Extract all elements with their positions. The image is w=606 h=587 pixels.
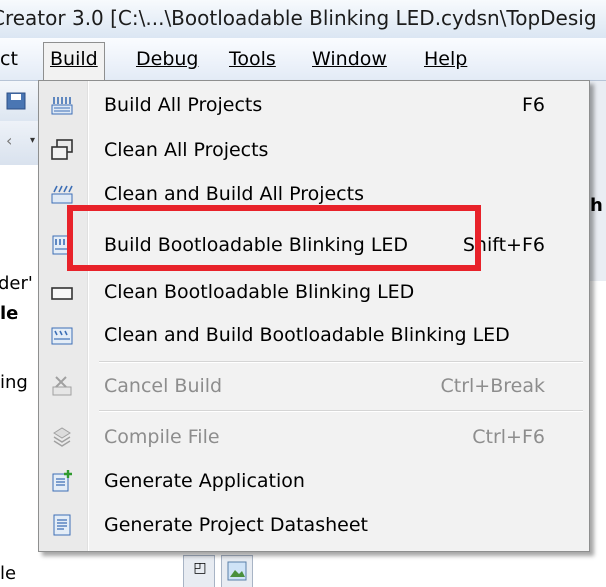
menu-item-label: Clean All Projects [104,139,269,161]
menu-separator [99,361,583,363]
menu-help[interactable]: Help [418,46,473,72]
menu-window[interactable]: Window [306,46,393,72]
save-icon[interactable] [6,91,28,111]
build-menu-dropdown: Build All Projects F6 Clean All Projects… [38,80,590,552]
cancel-build-icon [52,376,72,396]
build-all-icon [51,97,73,115]
bg-fragment-le: le [0,303,19,324]
menu-debug[interactable]: Debug [130,46,204,72]
clean-build-project-icon [51,327,73,345]
menu-tools[interactable]: Tools [223,46,282,72]
menu-item-shortcut: Ctrl+Break [440,375,546,397]
menu-item-shortcut: Ctrl+F6 [472,426,545,448]
menu-separator [99,410,583,412]
dropdown-arrow-icon[interactable]: ▾ [30,135,35,146]
menu-item-label: Clean and Build Bootloadable Blinking LE… [104,324,510,346]
menu-item-build-all-projects[interactable]: Build All Projects F6 [39,84,589,126]
menu-build[interactable]: Build [43,42,105,80]
clean-build-all-icon [51,185,73,204]
menu-item-clean-bootloadable-blinking-led[interactable]: Clean Bootloadable Blinking LED [39,271,589,313]
menu-item-label: Clean Bootloadable Blinking LED [104,281,415,303]
menu-item-label: Generate Project Datasheet [104,514,368,536]
highlight-annotation-box [67,205,481,271]
bottom-tab-docs[interactable]: ◰ [183,555,215,587]
image-icon [227,561,247,581]
menu-item-compile-file[interactable]: Compile File Ctrl+F6 [39,416,589,458]
menu-item-label: Compile File [104,426,220,448]
clean-all-icon [51,139,73,160]
menu-item-clean-build-bootloadable-blinking-led[interactable]: Clean and Build Bootloadable Blinking LE… [39,314,589,356]
bg-fragment-h: h [590,195,603,216]
bg-fragment-ing: ing [0,372,28,393]
menu-project[interactable]: ct [0,46,24,72]
menu-item-generate-application[interactable]: Generate Application [39,460,589,502]
bg-fragment-der: der' [0,273,33,294]
window-title: Creator 3.0 [C:\...\Bootloadable Blinkin… [0,0,606,38]
nav-back-icon[interactable]: ‹ [6,131,12,150]
compile-file-icon [53,427,71,447]
menu-bar: ct Build Debug Tools Window Help [0,38,606,81]
menu-item-label: Build All Projects [104,94,263,116]
bottom-tab-image[interactable] [221,555,253,587]
right-panel-edge [588,81,606,281]
menu-item-generate-project-datasheet[interactable]: Generate Project Datasheet [39,504,589,546]
clean-project-icon [51,287,73,300]
menu-item-label: Generate Application [104,470,305,492]
menu-item-label: Cancel Build [104,375,223,397]
generate-datasheet-icon [53,514,71,536]
doc-tab-icon: ◰ [192,560,208,576]
menu-item-shortcut: F6 [521,94,545,116]
bg-fragment-bottom: le [0,563,17,584]
generate-application-icon [52,470,72,492]
menu-item-cancel-build[interactable]: Cancel Build Ctrl+Break [39,365,589,407]
menu-item-clean-all-projects[interactable]: Clean All Projects [39,129,589,171]
